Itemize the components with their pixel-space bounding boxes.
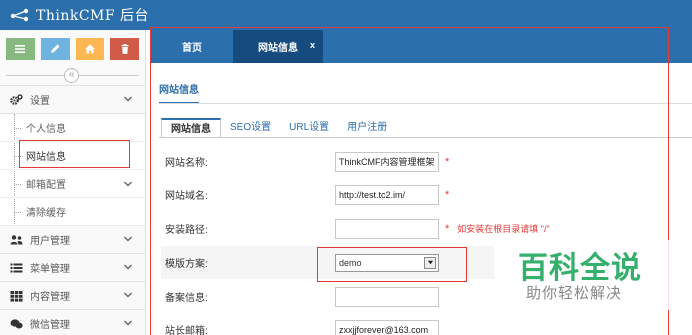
page-title-tab[interactable]: 网站信息: [159, 81, 199, 104]
menu-wechat-management-label: 微信管理: [30, 320, 70, 331]
list-icon: [8, 261, 24, 275]
tab-home-label: 首页: [182, 43, 202, 54]
shortcut-bar: [0, 30, 145, 66]
menu-user-management-label: 用户管理: [30, 236, 70, 247]
form-row-site-domain: 网站域名: http://test.tc2.im/ *: [161, 178, 691, 211]
watermark-title: 百科全说: [518, 252, 642, 285]
subtab-url[interactable]: URL设置: [280, 118, 338, 138]
share-nodes-icon: [10, 8, 29, 22]
sidebar: « 设置 个人信息 网站信息 邮箱配置 清除缓存 用户管理 菜单管理 内容管理: [0, 30, 146, 335]
home-icon: [84, 44, 95, 54]
watermark-subtitle: 助你轻松解决: [526, 285, 623, 302]
brand-title[interactable]: ThinkCMF 后台: [36, 5, 149, 25]
required-mark: *: [445, 155, 450, 168]
submenu-personal-info-label: 个人信息: [26, 124, 66, 135]
admin-email-input[interactable]: zxxjjforever@163.com: [335, 319, 439, 335]
subtab-user-register[interactable]: 用户注册: [338, 118, 396, 138]
form-row-site-name: 网站名称: ThinkCMF内容管理框架 *: [161, 145, 691, 178]
site-info-highlight: [19, 140, 130, 168]
settings-subtabs: 网站信息 SEO设置 URL设置 用户注册: [161, 118, 396, 138]
trash-icon: [121, 44, 129, 54]
form-row-admin-email: 站长邮箱: zxxjjforever@163.com: [161, 313, 691, 335]
watermark: 百科全说 助你轻松解决: [494, 240, 692, 310]
site-name-label: 网站名称:: [165, 158, 208, 169]
pencil-icon: [51, 44, 60, 53]
settings-submenu: 个人信息 网站信息 邮箱配置 清除缓存: [0, 114, 145, 226]
menu-menu-management-label: 菜单管理: [30, 264, 70, 275]
users-icon: [8, 233, 24, 247]
menu-menu-management[interactable]: 菜单管理: [0, 254, 145, 282]
install-path-label: 安装路径:: [165, 225, 208, 236]
menu-wechat-management[interactable]: 微信管理: [0, 310, 145, 335]
site-domain-input[interactable]: http://test.tc2.im/: [335, 184, 439, 205]
menu-content-management-label: 内容管理: [30, 292, 70, 303]
submenu-personal-info[interactable]: 个人信息: [0, 114, 145, 142]
divider: [159, 103, 692, 104]
shortcut-trash-button[interactable]: [110, 38, 139, 60]
grid-icon: [8, 289, 24, 303]
page-tab-bar: 首页 网站信息 x: [151, 30, 692, 63]
menu-settings-label: 设置: [30, 96, 50, 107]
chevron-down-icon: [124, 292, 132, 298]
divider: [159, 137, 692, 138]
shortcut-home-button[interactable]: [75, 38, 105, 60]
chevron-down-icon: [124, 320, 132, 326]
submenu-clear-cache-label: 清除缓存: [26, 208, 66, 219]
subtab-seo[interactable]: SEO设置: [221, 118, 280, 138]
list-icon: [15, 45, 26, 53]
chevron-down-icon: [124, 236, 132, 242]
cogs-icon: [8, 93, 24, 107]
wechat-icon: [8, 317, 24, 331]
sidebar-collapse-row: «: [0, 66, 145, 86]
admin-email-label: 站长邮箱:: [165, 326, 208, 335]
shortcut-edit-button[interactable]: [40, 38, 70, 60]
site-domain-label: 网站域名:: [165, 191, 208, 202]
install-path-hint: 如安装在根目录请填 "/": [457, 224, 550, 234]
required-mark: *: [445, 222, 450, 235]
submenu-mail-config[interactable]: 邮箱配置: [0, 170, 145, 198]
submenu-clear-cache[interactable]: 清除缓存: [0, 198, 145, 226]
chevron-down-icon: [124, 181, 132, 187]
chevron-down-icon: [124, 264, 132, 270]
menu-settings[interactable]: 设置: [0, 86, 145, 114]
template-label: 模版方案:: [165, 259, 208, 270]
icp-input[interactable]: [335, 286, 439, 307]
menu-user-management[interactable]: 用户管理: [0, 226, 145, 254]
submenu-mail-config-label: 邮箱配置: [26, 180, 66, 191]
subtab-site-info[interactable]: 网站信息: [161, 118, 221, 138]
chevron-down-icon: [124, 96, 132, 102]
tab-site-info[interactable]: 网站信息 x: [233, 30, 323, 63]
tab-home[interactable]: 首页: [151, 30, 233, 63]
top-navbar: ThinkCMF 后台: [0, 0, 692, 30]
icp-label: 备案信息:: [165, 293, 208, 304]
sidebar-collapse-button[interactable]: «: [64, 68, 79, 83]
template-highlight: [317, 247, 467, 282]
install-path-input[interactable]: [335, 218, 439, 239]
site-name-input[interactable]: ThinkCMF内容管理框架: [335, 151, 439, 172]
tab-site-info-label: 网站信息: [258, 43, 298, 54]
shortcut-list-button[interactable]: [6, 38, 35, 60]
required-mark: *: [445, 188, 450, 201]
menu-content-management[interactable]: 内容管理: [0, 282, 145, 310]
tab-close-button[interactable]: x: [310, 40, 315, 50]
